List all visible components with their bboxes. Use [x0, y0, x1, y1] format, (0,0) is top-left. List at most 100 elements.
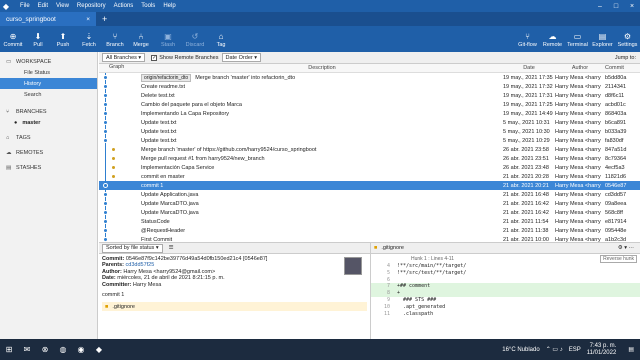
notification-icon[interactable]: ▤	[628, 346, 634, 353]
reverse-hunk-button[interactable]: Reverse hunk	[600, 254, 637, 263]
remotes-section[interactable]: ☁ REMOTES	[0, 147, 97, 158]
commit-row[interactable]: Cambio del paquete para el objeto Marca 1…	[99, 100, 640, 109]
branch-filter-value: All Branches	[106, 54, 137, 61]
branch-master[interactable]: ● master	[0, 117, 97, 128]
search-item[interactable]: Search	[0, 89, 97, 100]
sourcetree-taskbar-icon[interactable]: ◆	[90, 345, 108, 354]
commit-description-cell: Update MarcaDTO.java	[139, 201, 503, 207]
discard-button[interactable]: ↺ Discard	[182, 26, 208, 52]
order-select[interactable]: Date Order ▾	[221, 53, 262, 62]
windows-start-icon[interactable]: ⊞	[0, 345, 18, 354]
tags-section[interactable]: ⌂ TAGS	[0, 132, 97, 143]
push-button[interactable]: ⬆ Push	[50, 26, 76, 52]
branches-section[interactable]: ⑂ BRANCHES	[0, 106, 97, 117]
diff-lines: 4 !**/src/main/**/target/5 !**/src/test/**…	[371, 263, 640, 317]
commit-node	[111, 165, 116, 170]
commit-row[interactable]: Update test.txt 5 may., 2021 10:29 Harry M…	[99, 136, 640, 145]
commit-author: Harry Mesa <harry	[555, 101, 601, 108]
author-column[interactable]: Author	[555, 65, 605, 71]
close-tab-icon[interactable]: ×	[86, 16, 90, 23]
parents-link[interactable]: cd3dd57f25	[126, 262, 155, 268]
commit-node	[103, 183, 108, 188]
language-indicator[interactable]: ESP	[569, 347, 581, 353]
fetch-button[interactable]: ⇣ Fetch	[76, 26, 102, 52]
commit-row[interactable]: origin/refactorin_dto Merge branch 'maste…	[99, 73, 640, 82]
stashes-section[interactable]: ▤ STASHES	[0, 162, 97, 173]
graph-cell	[99, 181, 139, 190]
terminal-button[interactable]: ▭ Terminal	[565, 26, 590, 52]
commit-row[interactable]: Update MarcaDTO.java 21 abr. 2021 16:42 Ha…	[99, 208, 640, 217]
file-status-item[interactable]: File Status	[0, 67, 97, 78]
merge-label: Merge	[133, 41, 149, 48]
commit-row[interactable]: Delete test.txt 19 may., 2021 17:31 Harry …	[99, 91, 640, 100]
monitor-icon: ▭	[6, 58, 12, 65]
diff-options-icon[interactable]: ⚙ ▾ ⋯	[618, 245, 634, 251]
changed-file-item[interactable]: ■ .gitignore	[102, 302, 367, 312]
diff-file-icon: ■	[374, 245, 378, 251]
commit-hash-short: cd3dd57	[605, 191, 627, 198]
current-branch-icon: ●	[14, 119, 18, 126]
menu-item-file[interactable]: File	[20, 3, 30, 9]
changed-file-name: .gitignore	[112, 303, 135, 310]
push-icon: ⬆	[59, 31, 67, 41]
terminal-icon: ▭	[573, 31, 582, 41]
merge-button[interactable]: ⑃ Merge	[128, 26, 154, 52]
branch-filter-select[interactable]: All Branches ▾	[102, 53, 146, 62]
settings-button[interactable]: ⚙ Settings	[615, 26, 640, 52]
weather-text[interactable]: 16°C Nublado	[502, 347, 539, 353]
commit-button[interactable]: ⊕ Commit	[0, 26, 26, 52]
menu-item-view[interactable]: View	[56, 3, 69, 9]
menu-item-edit[interactable]: Edit	[38, 3, 48, 9]
commit-row[interactable]: Update MarcaDTO.java 21 abr. 2021 16:42 Ha…	[99, 199, 640, 208]
minimize-icon[interactable]: –	[592, 3, 608, 10]
xbox-icon[interactable]: ⊗	[36, 345, 54, 354]
commit-row[interactable]: commit 1 21 abr. 2021 20:21 Harry Mesa <ha…	[99, 181, 640, 190]
commit-row[interactable]: Implementando La Capa Repository 19 may.,…	[99, 109, 640, 118]
commit-row[interactable]: @RequestHeader 21 abr. 2021 11:38 Harry Me…	[99, 226, 640, 235]
commit-row[interactable]: Merge branch 'master' of https://github.…	[99, 145, 640, 154]
edge-icon[interactable]: ◍	[54, 345, 72, 354]
remote-branch-tag[interactable]: origin/refactorin_dto	[141, 73, 192, 82]
fetch-label: Fetch	[82, 41, 96, 48]
tag-button[interactable]: ⌂ Tag	[208, 26, 234, 52]
chrome-icon[interactable]: ◉	[72, 345, 90, 354]
commit-row[interactable]: Update Application.java 21 abr. 2021 16:4…	[99, 190, 640, 199]
git-flow-button[interactable]: ⑂ Git-flow	[515, 26, 540, 52]
view-options-icon[interactable]: ☰	[169, 245, 174, 251]
description-column[interactable]: Description	[139, 65, 503, 71]
menu-item-help[interactable]: Help	[163, 3, 175, 9]
clock[interactable]: 7:43 p. m. 11/01/2022	[587, 343, 623, 357]
commit-row[interactable]: Create readme.txt 19 may., 2021 17:32 Harr…	[99, 82, 640, 91]
date-column[interactable]: Date	[503, 65, 555, 71]
explorer-button[interactable]: ▤ Explorer	[590, 26, 615, 52]
commit-row[interactable]: Update test.txt 5 may., 2021 10:30 Harry M…	[99, 127, 640, 136]
menu-item-tools[interactable]: Tools	[141, 3, 155, 9]
graph-column[interactable]: Graph	[99, 64, 139, 73]
branch-button[interactable]: ⑂ Branch	[102, 26, 128, 52]
commit-row[interactable]: Update test.txt 5 may., 2021 10:31 Harry M…	[99, 118, 640, 127]
remote-button[interactable]: ☁ Remote	[540, 26, 565, 52]
maximize-icon[interactable]: □	[608, 3, 624, 10]
menu-item-repository[interactable]: Repository	[77, 3, 106, 9]
repo-tab[interactable]: curso_springboot ×	[0, 12, 96, 26]
stash-button[interactable]: ▣ Stash	[154, 26, 182, 52]
line-number: 7	[386, 283, 390, 290]
mail-icon[interactable]: ✉	[18, 345, 36, 354]
close-icon[interactable]: ×	[624, 3, 640, 10]
menu-item-actions[interactable]: Actions	[114, 3, 134, 9]
sort-select[interactable]: Sorted by file status ▾	[102, 243, 163, 253]
add-tab-icon[interactable]: +	[102, 14, 107, 24]
show-remote-checkbox[interactable]: ✓	[151, 54, 158, 61]
commit-column[interactable]: Commit	[605, 65, 640, 71]
commit-row[interactable]: Merge pull request #1 from harry9524/new…	[99, 154, 640, 163]
pull-button[interactable]: ⬇ Pull	[26, 26, 50, 52]
workspace-section[interactable]: ▭ WORKSPACE	[0, 56, 97, 67]
commit-row[interactable]: StatusCode 21 abr. 2021 11:54 Harry Mesa <…	[99, 217, 640, 226]
commit-row[interactable]: Implementación Capa Service 26 abr. 2021 …	[99, 163, 640, 172]
commit-description-cell: Cambio del paquete para el objeto Marca	[139, 102, 503, 108]
tray-icons[interactable]: ⌃ ▭ ♪	[546, 346, 563, 353]
commit-node	[103, 210, 108, 215]
commit-row[interactable]: commit en master 21 abr. 2021 20:28 Harry …	[99, 172, 640, 181]
history-item[interactable]: History	[0, 78, 97, 89]
commit-description-cell: StatusCode	[139, 219, 503, 225]
